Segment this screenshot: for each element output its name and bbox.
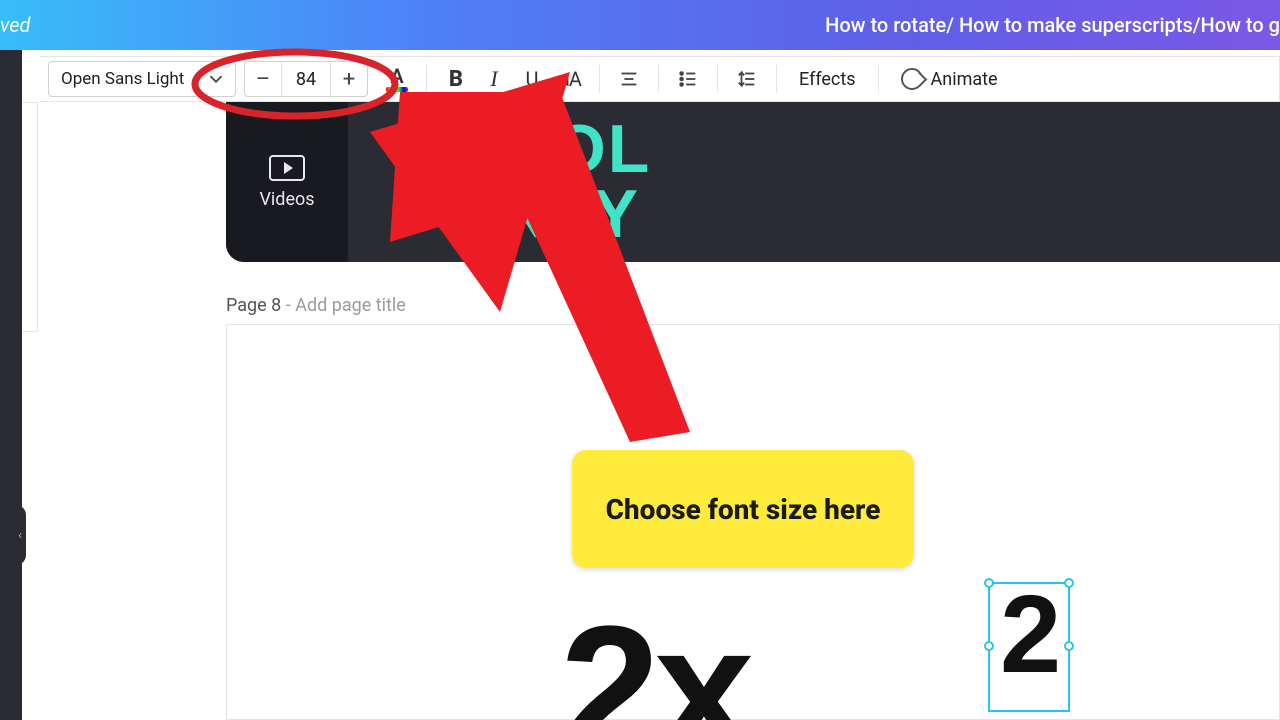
- title-banner: ved How to rotate/ How to make superscri…: [0, 0, 1280, 50]
- sidebar-item-videos[interactable]: Videos: [226, 102, 348, 262]
- videos-label: Videos: [259, 189, 314, 210]
- rainbow-underline-icon: [386, 87, 408, 92]
- page-title-row[interactable]: Page 8 - Add page title: [226, 295, 406, 316]
- list-button[interactable]: [669, 60, 707, 98]
- toolbar-separator: [878, 65, 879, 93]
- effects-button[interactable]: Effects: [787, 60, 868, 98]
- animate-label: Animate: [931, 69, 998, 90]
- video-play-icon: [269, 155, 305, 181]
- line-spacing-icon: [736, 68, 758, 90]
- resize-handle-mid-right[interactable]: [1064, 641, 1074, 651]
- page-title-placeholder: - Add page title: [281, 295, 406, 316]
- previous-page-thumbnail: Videos OOL RTY: [226, 102, 1280, 262]
- bold-button[interactable]: B: [437, 60, 475, 98]
- chevron-down-icon: [205, 68, 227, 90]
- left-sidebar-rail: ‹: [0, 50, 22, 720]
- text-color-a-icon: A: [390, 66, 403, 86]
- font-size-increase-button[interactable]: +: [331, 62, 367, 96]
- sidebar-collapse-handle[interactable]: ‹: [14, 505, 26, 565]
- banner-right-text: How to rotate/ How to make superscripts/…: [825, 13, 1280, 37]
- toolbar-separator: [599, 65, 600, 93]
- toolbar-separator: [717, 65, 718, 93]
- callout-text: Choose font size here: [606, 492, 881, 527]
- toolbar-separator: [776, 65, 777, 93]
- resize-handle-mid-left[interactable]: [984, 641, 994, 651]
- animate-icon: [901, 68, 923, 90]
- selection-box[interactable]: 2: [988, 582, 1070, 712]
- font-family-label: Open Sans Light: [61, 69, 184, 89]
- text-color-button[interactable]: A: [378, 60, 416, 98]
- resize-handle-top-left[interactable]: [984, 578, 994, 588]
- font-size-input[interactable]: 84: [281, 62, 331, 96]
- banner-left-text: ved: [0, 13, 31, 37]
- italic-button[interactable]: I: [475, 60, 513, 98]
- animate-button[interactable]: Animate: [889, 60, 1010, 98]
- canvas-text-superscript[interactable]: 2: [1000, 580, 1061, 690]
- font-size-decrease-button[interactable]: –: [245, 62, 281, 96]
- font-size-stepper: – 84 +: [244, 61, 368, 97]
- underline-button[interactable]: U: [513, 60, 551, 98]
- toolbar-separator: [426, 65, 427, 93]
- spacing-button[interactable]: [728, 60, 766, 98]
- text-case-button[interactable]: aA: [551, 60, 589, 98]
- bullet-list-icon: [677, 68, 699, 90]
- effects-label: Effects: [799, 69, 856, 90]
- text-toolbar: Open Sans Light – 84 + A B I U aA Effect…: [40, 56, 1280, 102]
- resize-handle-top-right[interactable]: [1064, 578, 1074, 588]
- font-family-select[interactable]: Open Sans Light: [48, 61, 236, 97]
- toolbar-separator: [658, 65, 659, 93]
- alignment-button[interactable]: [610, 60, 648, 98]
- preview-text: OOL RTY: [348, 102, 1280, 262]
- annotation-callout: Choose font size here: [572, 450, 914, 568]
- align-center-icon: [618, 68, 640, 90]
- left-panel-edge: [22, 102, 38, 332]
- canvas-text-main[interactable]: 2x: [560, 600, 748, 720]
- page-number-label: Page 8: [226, 295, 281, 316]
